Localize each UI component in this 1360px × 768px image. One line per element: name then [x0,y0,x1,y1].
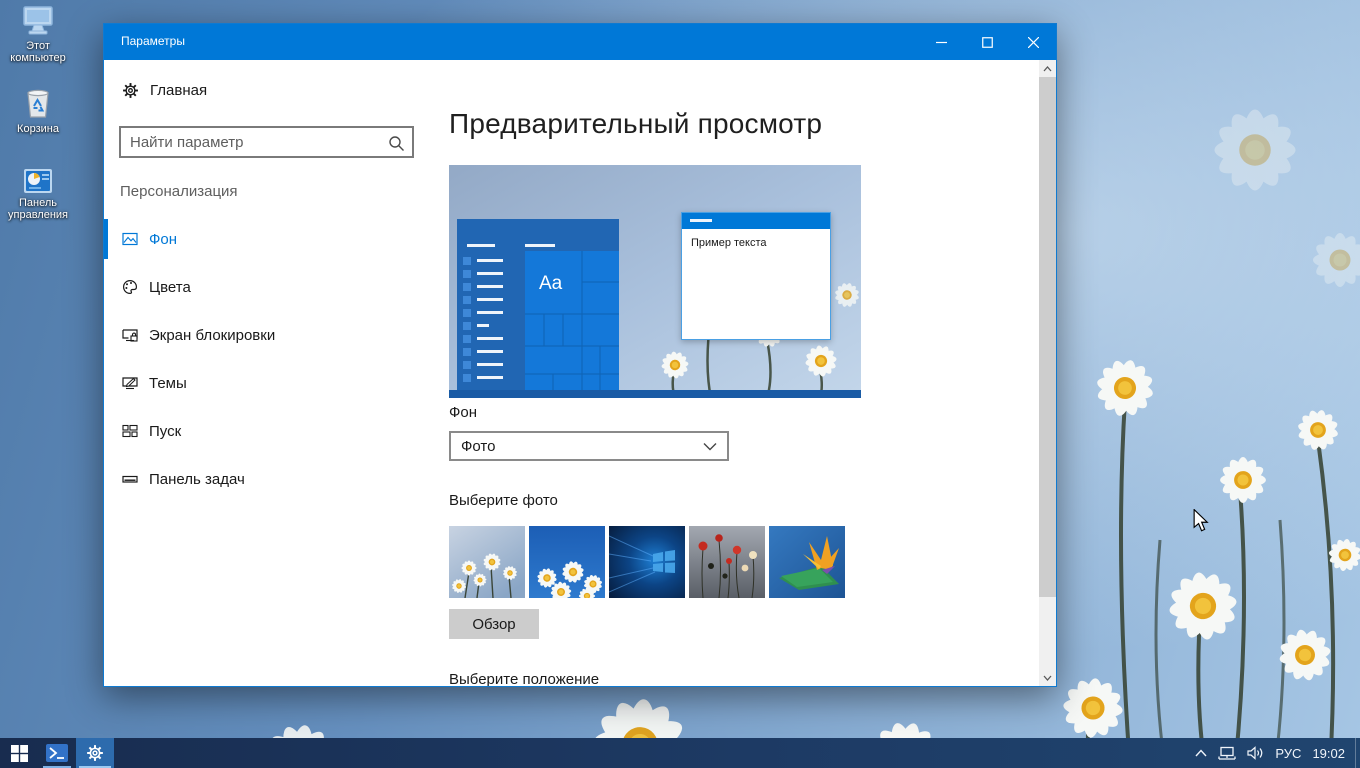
maximize-button[interactable] [964,24,1010,60]
windows-logo-icon [10,744,28,762]
search-box [119,126,414,158]
sidebar-home-label: Главная [150,82,208,99]
scroll-down-arrow[interactable] [1039,669,1056,686]
minimize-button[interactable] [918,24,964,60]
palette-icon [123,279,138,295]
background-field-label: Фон [449,404,478,421]
search-input[interactable] [121,128,412,156]
sidebar-item-home[interactable]: Главная [122,82,207,99]
titlebar[interactable]: Параметры [104,24,1056,60]
sidebar-item-lock-screen[interactable]: Экран блокировки [104,315,434,355]
preview-tile-grid [525,251,619,390]
settings-content: Главная Персонализация Фон Цвета [104,60,1056,686]
page-title: Предварительный просмотр [449,108,823,139]
sidebar-item-label: Панель задач [149,470,245,488]
clock[interactable]: 19:02 [1310,738,1347,768]
photo-thumbnail-red-flowers[interactable] [689,526,765,598]
background-type-value: Фото [461,437,496,455]
taskbar-icon [122,475,138,483]
sidebar-item-label: Темы [149,374,187,392]
settings-window: Параметры Главная Найти параметр Персона… [103,23,1057,687]
sidebar-item-taskbar[interactable]: Панель задач [104,459,434,499]
choose-photo-label: Выберите фото [449,492,558,509]
preview-tiles: Aa [525,251,619,390]
start-layout-icon [122,424,138,438]
sidebar-item-label: Экран блокировки [149,326,276,344]
sidebar-item-label: Пуск [149,422,182,440]
photo-thumbnails [449,526,845,598]
background-type-dropdown[interactable]: Фото [449,431,729,461]
chevron-up-icon [1195,749,1207,757]
scrollbar-thumb[interactable] [1039,77,1056,597]
preview-tile-text: Aa [539,273,563,294]
vertical-scrollbar[interactable] [1039,60,1056,686]
sidebar-item-label: Фон [149,230,178,248]
network-icon [1218,746,1237,760]
sidebar-section-header: Персонализация [120,183,238,200]
language-indicator[interactable]: РУС [1273,738,1303,768]
desktop-icon-label: Этот компьютер [10,40,66,64]
scroll-up-arrow[interactable] [1039,60,1056,77]
show-desktop-button[interactable] [1355,738,1360,768]
preview-start-menu: Aa [457,219,619,390]
position-field-label: Выберите положение [449,671,600,687]
photo-thumbnail-windows-hero[interactable] [609,526,685,598]
preview-sample-window: Пример текста [681,212,831,340]
computer-icon [23,6,53,35]
volume-icon [1247,746,1263,760]
desktop-icon-recycle-bin[interactable]: Корзина [0,86,76,135]
gear-icon [123,83,138,98]
lock-screen-icon [122,329,138,342]
sidebar-item-background[interactable]: Фон [104,219,434,259]
recycle-bin-icon [27,89,49,118]
window-title: Параметры [121,34,185,48]
preview-taskbar [449,390,861,398]
taskbar: РУС 19:02 [0,738,1360,768]
themes-icon [122,377,138,390]
search-icon[interactable] [388,135,405,152]
browse-button[interactable]: Обзор [449,609,539,639]
photo-thumbnail-daisies-light[interactable] [449,526,525,598]
gear-icon [87,745,103,761]
close-button[interactable] [1010,24,1056,60]
desktop-icon-label: Корзина [17,123,59,135]
tray-chevron-button[interactable] [1193,738,1209,768]
sidebar-item-label: Цвета [149,278,191,296]
start-button[interactable] [0,738,38,768]
minimize-icon [935,41,947,43]
sidebar-item-start[interactable]: Пуск [104,411,434,451]
chevron-down-icon [703,442,717,450]
background-preview: Aa Пример текста [449,165,861,398]
sidebar-item-themes[interactable]: Темы [104,363,434,403]
volume-tray-button[interactable] [1245,738,1266,768]
settings-taskbar-button[interactable] [76,738,114,768]
photo-thumbnail-daisies-blue-sky[interactable] [529,526,605,598]
desktop-icon-label: Панель управления [8,197,68,221]
close-icon [1027,36,1039,48]
photo-thumbnail-bird-of-paradise[interactable] [769,526,845,598]
sidebar-item-colors[interactable]: Цвета [104,267,434,307]
background-image-icon [122,232,138,246]
preview-sample-text: Пример текста [691,237,767,249]
powershell-icon [46,744,68,762]
network-tray-button[interactable] [1216,738,1238,768]
desktop-icon-control-panel[interactable]: Панель управления [0,168,76,221]
maximize-icon [981,36,993,48]
powershell-taskbar-button[interactable] [38,738,76,768]
control-panel-icon [24,169,52,193]
desktop-icon-this-pc[interactable]: Этот компьютер [0,5,76,64]
system-tray: РУС 19:02 [1193,738,1355,768]
preview-sample-titlebar [682,213,830,229]
